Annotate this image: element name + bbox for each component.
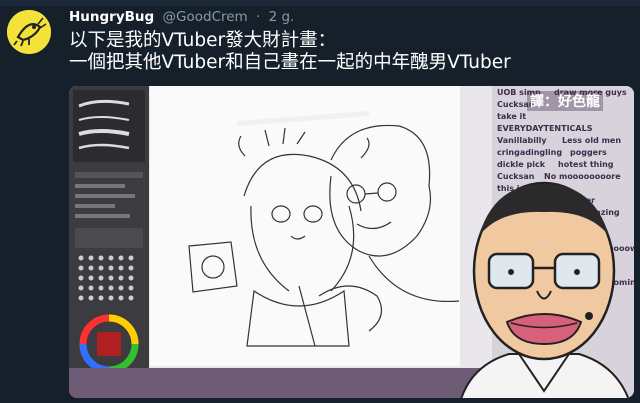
vtuber-avatar-overlay xyxy=(460,181,630,398)
tweet-media-image[interactable]: UOB simp draw more guys Cucksan take it … xyxy=(69,86,634,398)
user-handle[interactable]: @GoodCrem xyxy=(163,9,248,25)
chat-line: Less old men xyxy=(562,136,622,145)
hungrybug-avatar-icon xyxy=(7,10,51,54)
tweet-text-line-1: 以下是我的VTuber發大財計畫： xyxy=(69,30,337,51)
chat-line: Vanillabilly xyxy=(497,136,547,145)
chat-line: hotest thing xyxy=(558,160,614,169)
chat-line: EVERYDAYTENTICALS xyxy=(497,124,593,133)
separator: · xyxy=(256,9,261,25)
tweet-text: 以下是我的VTuber發大財計畫： 一個把其他VTuber和自己畫在一起的中年醜… xyxy=(69,30,629,74)
chat-line: poggers xyxy=(570,148,607,157)
translator-credit: 譯：好色龍 xyxy=(527,91,603,111)
tweet-text-line-2: 一個把其他VTuber和自己畫在一起的中年醜男VTuber xyxy=(69,52,511,73)
tweet-time[interactable]: 2 g. xyxy=(269,9,295,25)
previous-tweet-edge xyxy=(0,0,640,6)
display-name[interactable]: HungryBug xyxy=(69,9,154,25)
chat-line: take it xyxy=(497,112,527,121)
chat-line: cringadingling xyxy=(497,148,563,157)
avatar[interactable] xyxy=(7,10,51,54)
tweet-header: HungryBug @GoodCrem · 2 g. xyxy=(69,9,294,25)
chat-line: dickle pick xyxy=(497,160,546,169)
